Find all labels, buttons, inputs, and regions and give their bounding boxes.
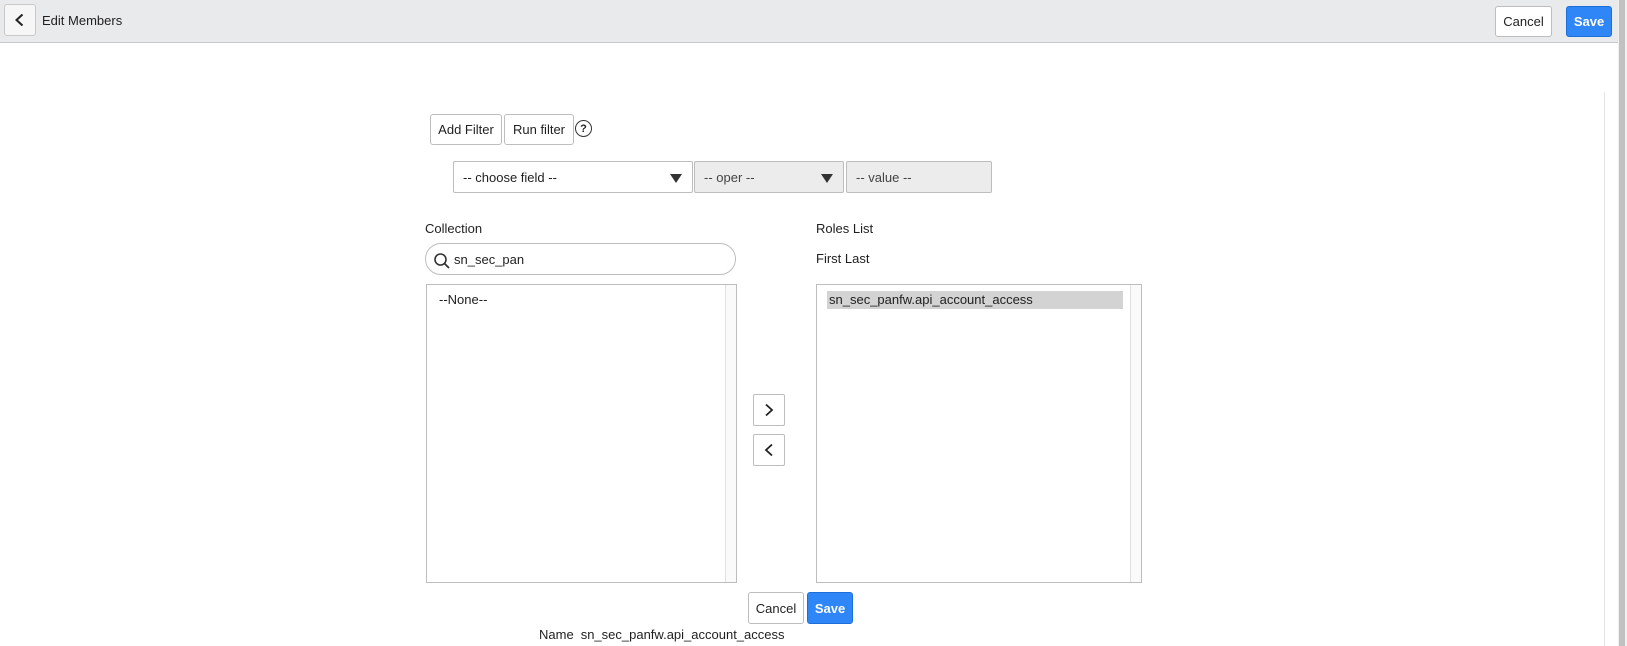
- operator-select[interactable]: -- oper --: [694, 161, 844, 193]
- add-filter-button[interactable]: Add Filter: [430, 114, 502, 145]
- page-scrollbar-thumb[interactable]: [1619, 0, 1625, 646]
- search-icon: [434, 253, 450, 269]
- save-button[interactable]: Save: [807, 592, 853, 624]
- collection-label: Collection: [425, 221, 483, 236]
- list-item[interactable]: --None--: [437, 291, 487, 309]
- help-glyph: ?: [580, 122, 587, 135]
- name-value: sn_sec_panfw.api_account_access: [580, 627, 785, 642]
- chevron-right-icon: [765, 403, 774, 417]
- chevron-left-icon: [764, 443, 773, 457]
- cancel-button[interactable]: Cancel: [748, 592, 804, 624]
- top-header: Edit Members Cancel Save: [0, 0, 1618, 43]
- chevron-left-icon: [15, 13, 24, 27]
- caret-down-icon: [821, 174, 833, 183]
- roles-list-scrollbar[interactable]: [1130, 285, 1141, 582]
- header-save-button[interactable]: Save: [1566, 6, 1612, 37]
- back-button[interactable]: [4, 4, 36, 36]
- roles-listbox[interactable]: sn_sec_panfw.api_account_access: [816, 284, 1142, 583]
- name-key: Name: [539, 627, 574, 642]
- content-right-border: [1604, 92, 1605, 646]
- header-cancel-button[interactable]: Cancel: [1495, 6, 1552, 37]
- operator-value: -- oper --: [704, 169, 755, 185]
- choose-field-select[interactable]: -- choose field --: [453, 161, 693, 193]
- value-placeholder: -- value --: [856, 169, 912, 185]
- move-left-button[interactable]: [753, 434, 785, 466]
- page-title: Edit Members: [42, 13, 123, 28]
- roles-list-label: Roles List: [816, 221, 874, 236]
- collection-listbox[interactable]: --None--: [426, 284, 737, 583]
- run-filter-button[interactable]: Run filter: [504, 114, 574, 145]
- help-circle-icon[interactable]: ?: [575, 120, 592, 137]
- move-right-button[interactable]: [753, 394, 785, 426]
- choose-field-value: -- choose field --: [463, 169, 557, 185]
- list-item[interactable]: sn_sec_panfw.api_account_access: [827, 291, 1123, 309]
- caret-down-icon: [670, 174, 682, 183]
- collection-search-value: sn_sec_pan: [454, 251, 525, 267]
- name-readout: Name sn_sec_panfw.api_account_access: [539, 627, 785, 642]
- value-input[interactable]: -- value --: [846, 161, 992, 193]
- collection-search-input[interactable]: sn_sec_pan: [425, 243, 736, 275]
- collection-list-scrollbar[interactable]: [725, 285, 736, 582]
- sort-order-label: First Last: [816, 251, 870, 266]
